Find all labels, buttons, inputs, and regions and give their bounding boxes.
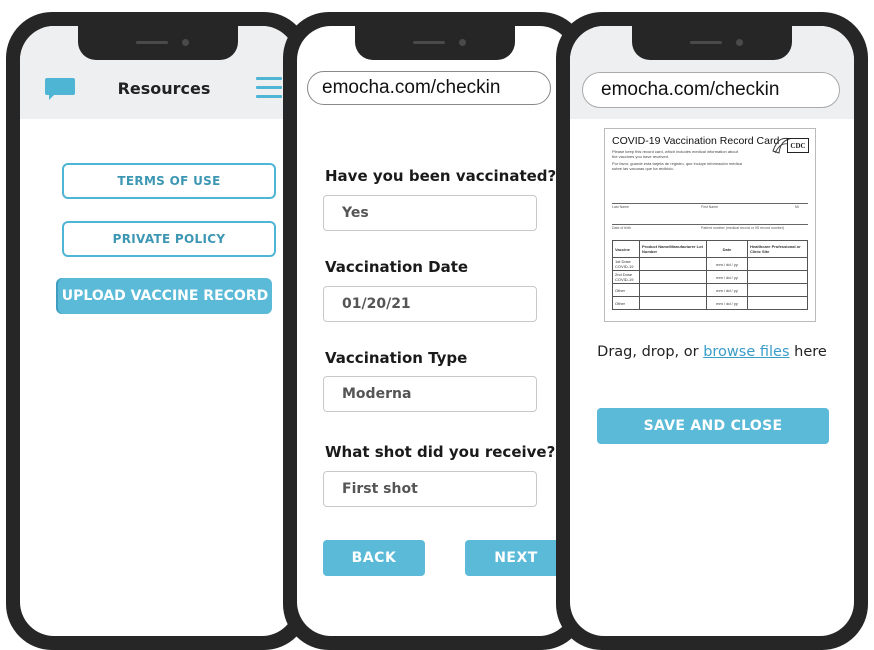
table-row: Other mm / dd / yy xyxy=(612,283,808,297)
terms-of-use-button[interactable]: TERMS OF USE xyxy=(62,163,276,199)
upload-screen: emocha.com/checkin COVID-19 Vaccination … xyxy=(570,26,854,636)
phone-checkin: emocha.com/checkin Have you been vaccina… xyxy=(283,12,587,650)
browse-files-link[interactable]: browse files xyxy=(703,344,789,360)
upload-vaccine-record-button[interactable]: UPLOAD VACCINE RECORD xyxy=(58,278,272,314)
date-placeholder: mm / dd / yy xyxy=(706,296,748,310)
date-placeholder: mm / dd / yy xyxy=(706,283,748,297)
dob-label: Date of birth xyxy=(612,226,632,230)
checkin-screen: emocha.com/checkin Have you been vaccina… xyxy=(297,26,573,636)
next-button[interactable]: NEXT xyxy=(465,540,567,576)
table-cell: 1st Dose COVID-19 xyxy=(612,257,640,271)
back-button[interactable]: BACK xyxy=(323,540,425,576)
card-note-spanish: Por favor, guarde esta tarjeta de regist… xyxy=(612,161,742,171)
url-bar[interactable]: emocha.com/checkin xyxy=(307,71,551,105)
page-title: Resources xyxy=(117,79,211,98)
url-bar[interactable]: emocha.com/checkin xyxy=(582,72,840,108)
drag-drop-instructions: Drag, drop, or browse files here xyxy=(570,344,854,360)
phone-resources: Resources TERMS OF USE PRIVATE POLICY UP… xyxy=(6,12,310,650)
save-and-close-button[interactable]: SAVE AND CLOSE xyxy=(597,408,829,444)
vaccination-date-field[interactable]: 01/20/21 xyxy=(323,286,537,322)
hamburger-menu-icon[interactable] xyxy=(256,77,282,99)
dob-line xyxy=(612,224,808,225)
shot-received-field[interactable]: First shot xyxy=(323,471,537,507)
vaccination-card-preview: COVID-19 Vaccination Record Card CDC Ple… xyxy=(604,128,816,322)
table-row: 1st Dose COVID-19 mm / dd / yy xyxy=(612,257,808,271)
question-vaccinated-label: Have you been vaccinated? xyxy=(325,167,557,185)
table-row: 2nd Dose COVID-19 mm / dd / yy xyxy=(612,270,808,284)
phone-notch xyxy=(78,26,238,60)
question-type-label: Vaccination Type xyxy=(325,349,468,367)
mi-label: MI xyxy=(795,205,799,209)
drag-text-prefix: Drag, drop, or xyxy=(597,344,704,360)
table-header: Date xyxy=(706,240,748,258)
vaccinated-answer-field[interactable]: Yes xyxy=(323,195,537,231)
table-header: Product Name/Manufacturer Lot Number xyxy=(639,240,707,258)
patient-number-label: Patient number (medical record or IIS re… xyxy=(701,226,785,230)
table-cell: 2nd Dose COVID-19 xyxy=(612,270,640,284)
date-placeholder: mm / dd / yy xyxy=(706,257,748,271)
cdc-logo-text: CDC xyxy=(787,138,809,153)
cdc-logo: CDC xyxy=(771,135,809,159)
privacy-policy-button[interactable]: PRIVATE POLICY xyxy=(62,221,276,257)
table-header: Healthcare Professional or Clinic Site xyxy=(747,240,808,258)
date-placeholder: mm / dd / yy xyxy=(706,270,748,284)
phone-notch xyxy=(632,26,792,60)
name-line xyxy=(612,203,808,204)
vaccination-type-field[interactable]: Moderna xyxy=(323,376,537,412)
question-shot-label: What shot did you receive? xyxy=(325,443,556,461)
last-name-label: Last Name xyxy=(612,205,629,209)
table-cell: Other xyxy=(612,283,640,297)
table-row: Other mm / dd / yy xyxy=(612,296,808,310)
question-date-label: Vaccination Date xyxy=(325,258,469,276)
card-note-english: Please keep this record card, which incl… xyxy=(612,149,738,159)
first-name-label: First Name xyxy=(701,205,719,209)
phone-upload: emocha.com/checkin COVID-19 Vaccination … xyxy=(556,12,868,650)
drag-text-suffix: here xyxy=(789,344,827,360)
phone-notch xyxy=(355,26,515,60)
resources-screen: Resources TERMS OF USE PRIVATE POLICY UP… xyxy=(20,26,296,636)
table-cell: Other xyxy=(612,296,640,310)
vaccination-table: Vaccine Product Name/Manufacturer Lot Nu… xyxy=(612,240,808,310)
chat-bubble-icon[interactable] xyxy=(45,78,75,100)
table-header: Vaccine xyxy=(612,240,640,258)
